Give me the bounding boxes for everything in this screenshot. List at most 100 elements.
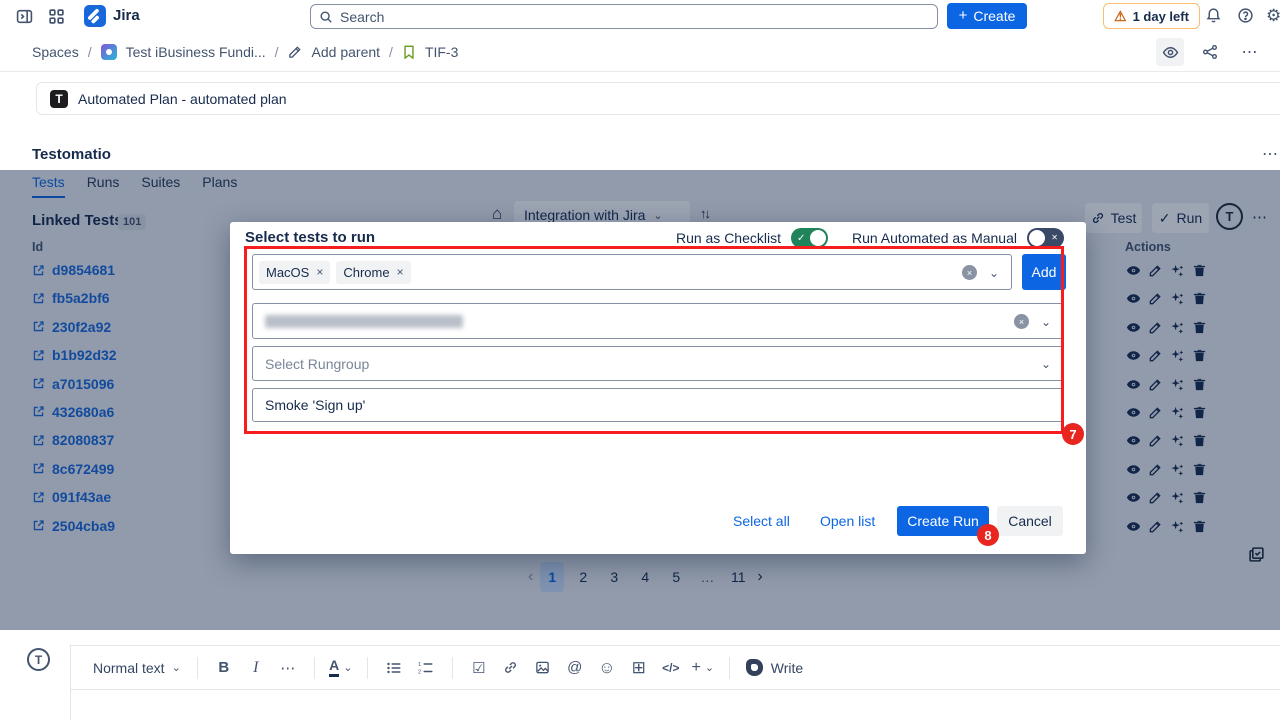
trial-days-left-badge[interactable]: ⚠ 1 day left bbox=[1103, 3, 1200, 29]
editor-left-border bbox=[70, 690, 71, 720]
check-icon: ✓ bbox=[797, 232, 805, 245]
insert-more-button[interactable]: +⌄ bbox=[689, 653, 717, 683]
task-checkbox-button[interactable]: ☑ bbox=[465, 653, 493, 683]
edit-parent-icon bbox=[288, 44, 303, 59]
breadcrumb-add-parent[interactable]: Add parent bbox=[312, 44, 381, 60]
ai-write-button[interactable]: Write bbox=[746, 659, 803, 676]
modal-title: Select tests to run bbox=[245, 229, 375, 246]
add-environment-button[interactable]: Add bbox=[1022, 254, 1066, 290]
search-placeholder: Search bbox=[340, 9, 384, 25]
write-logo-icon bbox=[746, 659, 763, 676]
search-input[interactable]: Search bbox=[310, 4, 938, 29]
run-title-value: Smoke 'Sign up' bbox=[265, 397, 365, 413]
clear-selection-icon[interactable]: × bbox=[1014, 314, 1029, 329]
watch-eye-icon[interactable] bbox=[1156, 38, 1184, 66]
warning-icon: ⚠ bbox=[1114, 9, 1127, 23]
image-button[interactable] bbox=[529, 653, 557, 683]
app-name: Jira bbox=[113, 7, 140, 24]
annotation-step-8-badge: 8 bbox=[977, 524, 999, 546]
breadcrumb-issue-key[interactable]: TIF-3 bbox=[425, 44, 458, 60]
sidebar-toggle-icon[interactable] bbox=[16, 8, 33, 25]
page-actions: ⋯ bbox=[1156, 38, 1264, 66]
annotation-step-7-badge: 7 bbox=[1062, 423, 1084, 445]
blurred-value bbox=[265, 315, 463, 328]
rungroup-select[interactable]: Select Rungroup ⌄ bbox=[252, 346, 1064, 381]
environment-multiselect[interactable]: MacOS × Chrome × × ⌄ bbox=[252, 254, 1012, 290]
cancel-button[interactable]: Cancel bbox=[997, 506, 1063, 536]
chevron-down-icon: ⌄ bbox=[343, 661, 352, 674]
breadcrumb-spaces[interactable]: Spaces bbox=[32, 44, 79, 60]
automated-plan-card[interactable]: T Automated Plan - automated plan bbox=[36, 82, 1280, 115]
obscured-select-field[interactable]: × ⌄ bbox=[252, 303, 1064, 339]
select-tests-modal: Select tests to run Run as Checklist ✓ R… bbox=[230, 222, 1086, 554]
run-title-input[interactable]: Smoke 'Sign up' bbox=[252, 388, 1064, 422]
mention-button[interactable]: @ bbox=[561, 653, 589, 683]
breadcrumb: Spaces / Test iBusiness Fundi... / Add p… bbox=[32, 32, 458, 71]
chevron-down-icon[interactable]: ⌄ bbox=[989, 266, 999, 280]
more-options-icon[interactable]: ⋯ bbox=[1236, 38, 1264, 66]
toolbar-divider bbox=[452, 657, 453, 679]
breadcrumb-separator: / bbox=[389, 44, 393, 60]
toolbar-divider bbox=[314, 657, 315, 679]
italic-button[interactable]: I bbox=[242, 653, 270, 683]
cross-icon: ✕ bbox=[1051, 233, 1058, 243]
breadcrumb-space-name[interactable]: Test iBusiness Fundi... bbox=[126, 44, 266, 60]
svg-text:2: 2 bbox=[418, 669, 421, 675]
testomatio-logo-icon: T bbox=[50, 90, 68, 108]
environment-tag: MacOS × bbox=[259, 261, 330, 284]
numbered-list-button[interactable]: 12 bbox=[412, 653, 440, 683]
testomatio-section-heading: Testomatio bbox=[32, 146, 111, 163]
table-button[interactable]: ⊞ bbox=[625, 653, 653, 683]
bold-button[interactable]: B bbox=[210, 653, 238, 683]
section-more-icon[interactable]: ⋯ bbox=[1262, 144, 1279, 164]
toolbar-divider bbox=[729, 657, 730, 679]
text-more-options-icon[interactable]: ⋯ bbox=[274, 653, 302, 683]
testomatio-editor-logo-icon: T bbox=[27, 648, 50, 671]
remove-tag-icon[interactable]: × bbox=[397, 265, 404, 279]
create-button[interactable]: + Create bbox=[947, 3, 1027, 29]
remove-tag-icon[interactable]: × bbox=[316, 265, 323, 279]
notifications-bell-icon[interactable] bbox=[1205, 7, 1222, 24]
toggle-knob bbox=[1029, 230, 1045, 246]
help-icon[interactable] bbox=[1237, 7, 1254, 24]
toggle-knob bbox=[810, 230, 826, 246]
chevron-down-icon: ⌄ bbox=[172, 661, 181, 674]
code-block-button[interactable]: </> bbox=[657, 653, 685, 683]
space-avatar-icon bbox=[101, 44, 117, 60]
rungroup-placeholder: Select Rungroup bbox=[265, 356, 369, 372]
settings-gear-icon[interactable]: ⚙ bbox=[1266, 6, 1280, 26]
plus-icon: + bbox=[959, 7, 968, 24]
chevron-down-icon: ⌄ bbox=[705, 661, 714, 674]
bookmark-icon bbox=[402, 45, 416, 59]
breadcrumb-separator: / bbox=[275, 44, 279, 60]
breadcrumb-bar: Spaces / Test iBusiness Fundi... / Add p… bbox=[0, 32, 1280, 72]
plan-card-title: Automated Plan - automated plan bbox=[78, 91, 287, 107]
run-automated-as-manual-toggle[interactable]: ✕ bbox=[1027, 228, 1064, 248]
chevron-down-icon[interactable]: ⌄ bbox=[1041, 315, 1051, 329]
editor-toolbar: Normal text ⌄ B I ⋯ A⌄ 12 ☑ @ ☺ ⊞ </> +⌄… bbox=[70, 645, 1280, 690]
select-all-link[interactable]: Select all bbox=[733, 513, 790, 529]
bullet-list-button[interactable] bbox=[380, 653, 408, 683]
app-switcher-icon[interactable] bbox=[48, 8, 65, 25]
toolbar-divider bbox=[367, 657, 368, 679]
text-color-button[interactable]: A⌄ bbox=[327, 653, 355, 683]
run-as-checklist-label: Run as Checklist bbox=[676, 230, 781, 246]
link-button[interactable] bbox=[497, 653, 525, 683]
search-icon bbox=[319, 10, 333, 24]
clear-selection-icon[interactable]: × bbox=[962, 265, 977, 280]
run-as-checklist-toggle[interactable]: ✓ bbox=[791, 228, 828, 248]
breadcrumb-separator: / bbox=[88, 44, 92, 60]
svg-text:1: 1 bbox=[418, 662, 421, 668]
jira-logo-icon[interactable] bbox=[84, 5, 106, 27]
top-navigation-bar: Jira Search + Create ⚠ 1 day left ⚙ bbox=[0, 0, 1280, 32]
chevron-down-icon[interactable]: ⌄ bbox=[1041, 357, 1051, 371]
open-list-link[interactable]: Open list bbox=[820, 513, 875, 529]
share-icon[interactable] bbox=[1196, 38, 1224, 66]
env-tags: MacOS × Chrome × bbox=[259, 261, 411, 284]
text-style-dropdown[interactable]: Normal text ⌄ bbox=[93, 660, 181, 676]
environment-tag: Chrome × bbox=[336, 261, 410, 284]
create-run-button[interactable]: Create Run bbox=[897, 506, 989, 536]
modal-toggles: Run as Checklist ✓ Run Automated as Manu… bbox=[676, 228, 1064, 248]
emoji-button[interactable]: ☺ bbox=[593, 653, 621, 683]
toolbar-divider bbox=[197, 657, 198, 679]
